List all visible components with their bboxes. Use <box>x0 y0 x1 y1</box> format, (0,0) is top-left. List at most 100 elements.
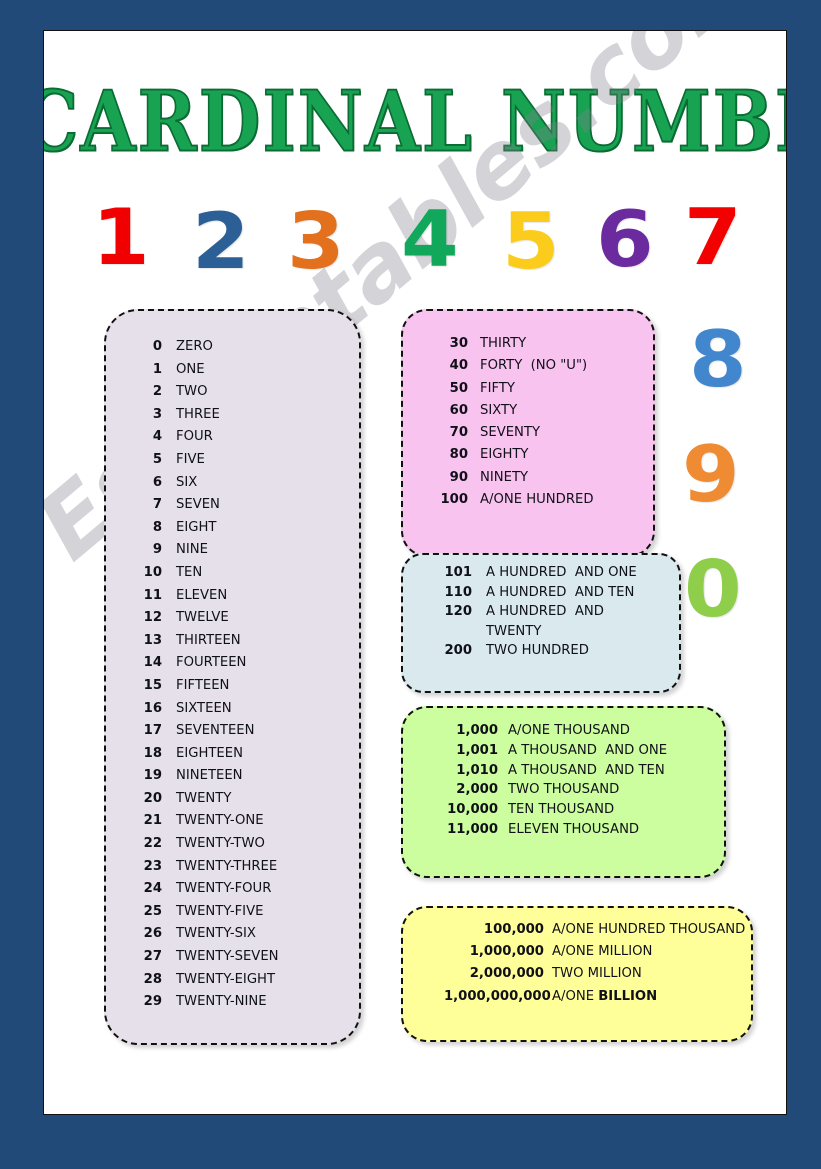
number-value: 7 <box>152 497 162 513</box>
number-row: 18 EIGHTEEN <box>140 743 279 766</box>
number-value: 26 <box>143 926 162 942</box>
number-word: A HUNDRED AND ONE <box>486 565 637 580</box>
number-row: 21 TWENTY-ONE <box>140 810 279 833</box>
number-word: THIRTEEN <box>176 632 241 648</box>
digit-3: 3 <box>287 196 345 287</box>
number-row: 0 ZERO <box>140 336 279 359</box>
number-word: TWENTY-FIVE <box>176 903 264 919</box>
number-row: 80 EIGHTY <box>440 444 593 466</box>
number-word: A THOUSAND AND ONE <box>508 742 668 758</box>
number-value: 19 <box>143 768 162 784</box>
number-value: 60 <box>449 402 468 418</box>
number-row: 120 A HUNDRED AND <box>442 602 637 622</box>
number-row-continuation: TWENTY <box>442 622 637 642</box>
number-row: 1,000,000 A/ONE MILLION <box>444 941 745 963</box>
number-row: 200 TWO HUNDRED <box>442 641 637 661</box>
number-row: 110 A HUNDRED AND TEN <box>442 583 637 603</box>
number-value: 2 <box>152 384 162 400</box>
number-word: FIFTY <box>480 380 515 396</box>
list-ones-and-teens: 0 ZERO 1 ONE 2 TWO 3 THREE 4 FOUR 5 FIVE 6 SIX 7 SEVEN 8… <box>140 336 279 1014</box>
number-word: ELEVEN THOUSAND <box>508 821 640 837</box>
number-row: 100 A/ONE HUNDRED <box>440 489 593 511</box>
number-value: 50 <box>449 380 468 396</box>
number-value: 2,000,000 <box>469 966 544 982</box>
number-row: 70 SEVENTY <box>440 422 593 444</box>
list-tens: 30 THIRTY 40 FORTY (NO "U") 50 FIFTY 60 SIXTY 70… <box>440 333 593 511</box>
number-row: 2,000 TWO THOUSAND <box>444 780 667 800</box>
number-row: 15 FIFTEEN <box>140 675 279 698</box>
number-value: 90 <box>449 469 468 485</box>
number-value: 14 <box>143 655 162 671</box>
number-word: FOURTEEN <box>176 655 247 671</box>
number-word: FIVE <box>176 451 205 467</box>
number-value: 20 <box>143 790 162 806</box>
list-millions: 100,000 A/ONE HUNDRED THOUSAND 1,000,000 A/… <box>444 919 745 1008</box>
number-word: TWENTY-SIX <box>176 926 256 942</box>
number-value: 17 <box>143 723 162 739</box>
number-row: 6 SIX <box>140 472 279 495</box>
number-row: 16 SIXTEEN <box>140 698 279 721</box>
number-value: 5 <box>152 451 162 467</box>
number-word: TWENTY-EIGHT <box>176 971 276 987</box>
number-word: TWENTY-ONE <box>176 813 264 829</box>
number-value: 9 <box>152 542 162 558</box>
number-row: 1 ONE <box>140 359 279 382</box>
number-word: A THOUSAND AND TEN <box>508 762 665 778</box>
number-row: 1,000 A/ONE THOUSAND <box>444 721 667 741</box>
number-word: TEN THOUSAND <box>508 802 615 818</box>
number-row: 10,000 TEN THOUSAND <box>444 800 667 820</box>
number-word: TWENTY-TWO <box>176 836 265 852</box>
number-word: A/ONE HUNDRED <box>480 492 594 508</box>
number-value: 27 <box>143 949 162 965</box>
number-word: TWELVE <box>176 610 229 626</box>
number-word: THREE <box>176 406 220 422</box>
number-row: 17 SEVENTEEN <box>140 720 279 743</box>
number-word: FIFTEEN <box>176 677 230 693</box>
number-value: 80 <box>449 447 468 463</box>
digit-5: 5 <box>502 196 560 287</box>
number-row: 5 FIVE <box>140 449 279 472</box>
number-word: TWO HUNDRED <box>486 643 589 659</box>
number-word: FOUR <box>176 429 213 445</box>
number-row: 13 THIRTEEN <box>140 630 279 653</box>
digit-7: 7 <box>684 192 742 283</box>
number-value: 11,000 <box>447 821 498 837</box>
digit-1: 1 <box>92 192 150 283</box>
number-word: A/ONE THOUSAND <box>508 723 630 738</box>
number-word: TWO <box>176 384 208 400</box>
number-word: SIXTY <box>480 402 518 418</box>
number-value: 100 <box>440 492 468 508</box>
number-value: 16 <box>143 700 162 716</box>
number-value: 1,000 <box>456 723 498 738</box>
digit-6: 6 <box>596 194 654 285</box>
digit-8: 8 <box>689 314 747 405</box>
number-word: NINETEEN <box>176 768 243 784</box>
number-row: 1,001 A THOUSAND AND ONE <box>444 741 667 761</box>
number-value: 1,010 <box>456 762 498 778</box>
number-word: THIRTY <box>480 336 527 351</box>
page-title: CARDINAL NUMBERS <box>43 71 786 171</box>
number-row: 11 ELEVEN <box>140 585 279 608</box>
number-word: TWENTY-THREE <box>176 858 278 874</box>
number-row: 22 TWENTY-TWO <box>140 833 279 856</box>
number-row: 40 FORTY (NO "U") <box>440 355 593 377</box>
number-row: 12 TWELVE <box>140 607 279 630</box>
number-value: 28 <box>143 971 162 987</box>
number-value: 13 <box>143 632 162 648</box>
number-word: TWO THOUSAND <box>508 782 620 798</box>
number-value: 3 <box>152 406 162 422</box>
number-value: 2,000 <box>456 782 498 798</box>
number-word: ELEVEN <box>176 587 228 603</box>
number-value: 24 <box>143 881 162 897</box>
digit-2: 2 <box>192 196 250 287</box>
number-value: 100,000 <box>483 922 544 937</box>
number-row: 8 EIGHT <box>140 517 279 540</box>
number-row: 1,010 A THOUSAND AND TEN <box>444 761 667 781</box>
number-row: 20 TWENTY <box>140 788 279 811</box>
number-value: 11 <box>143 587 162 603</box>
number-word: NINETY <box>480 469 529 485</box>
number-row: 2 TWO <box>140 381 279 404</box>
number-value: 1,000,000 <box>469 944 544 960</box>
number-row: 90 NINETY <box>440 467 593 489</box>
number-row: 19 NINETEEN <box>140 765 279 788</box>
